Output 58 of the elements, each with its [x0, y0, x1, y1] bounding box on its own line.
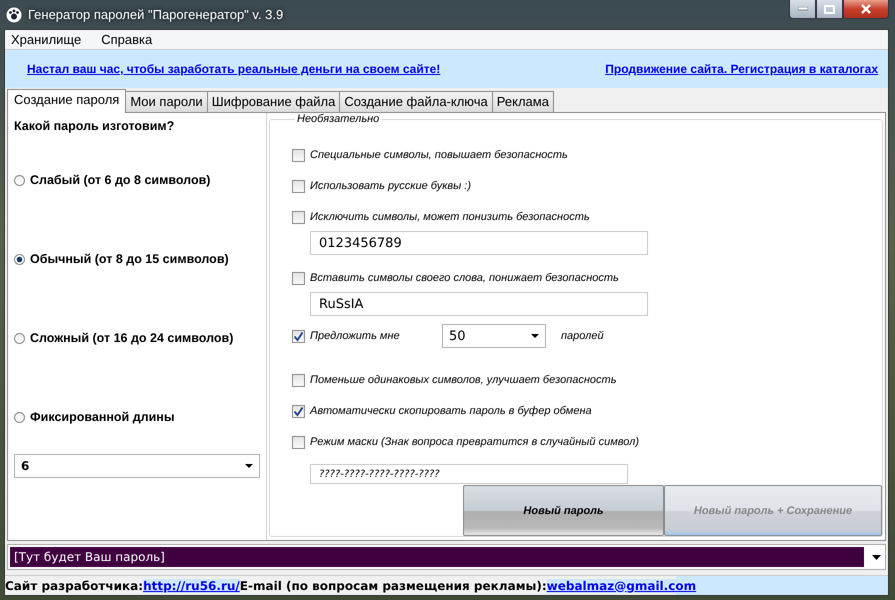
tab[interactable]: Мои пароли [125, 91, 208, 112]
input-field[interactable]: 0123456789 [310, 231, 648, 255]
input-field[interactable]: RuSsIA [310, 292, 648, 316]
minimize-icon [798, 7, 808, 11]
checkbox-label: Предложить мне [310, 330, 401, 342]
status-label: Сайт разработчика: [5, 578, 144, 592]
checkbox-label: Режим маски (Знак вопроса превратится в случайный символ) [310, 436, 639, 448]
radio-button[interactable] [14, 412, 25, 422]
checkbox[interactable] [292, 374, 305, 386]
checkbox-label: Поменьше одинаковых символов, улучшает безопасность [310, 374, 616, 386]
site-link[interactable]: http://ru56.ru/ [143, 578, 240, 592]
checkbox-label: Исключить символы, может понизить безопасность [310, 211, 590, 223]
radio-label: Слабый (от 6 до 8 символов) [30, 173, 210, 187]
tab[interactable]: Шифрование файла [206, 91, 340, 112]
group-title: Необязательно [296, 113, 380, 125]
tab[interactable]: Создание файла-ключа [339, 91, 493, 112]
banner-link[interactable]: Настал ваш час, чтобы заработать реальные деньги на своем сайте! [27, 62, 440, 76]
banner-link[interactable]: Продвижение сайта. Регистрация в каталогах [605, 62, 878, 76]
radio-button[interactable] [14, 332, 25, 344]
status-label: E-mail (по вопросам размещения рекламы): [240, 578, 547, 592]
suffix-label: паролей [561, 330, 604, 342]
caret-icon [531, 334, 539, 338]
checkbox[interactable] [292, 210, 305, 224]
length-dropdown[interactable]: 6 [14, 454, 260, 478]
checkbox[interactable] [292, 404, 305, 418]
minimize-button[interactable] [789, 0, 816, 19]
checkbox[interactable] [292, 180, 305, 192]
tab[interactable]: Реклама [492, 91, 554, 112]
radio-button[interactable] [14, 254, 25, 264]
group-title: Какой пароль изготовим? [14, 119, 176, 133]
checkbox-label: Специальные символы, повышает безопасность [310, 149, 568, 161]
maximize-button[interactable] [816, 0, 843, 19]
checkbox-label: Вставить символы своего слова, понижает безопасность [310, 272, 619, 284]
checkbox[interactable] [292, 272, 305, 284]
caret-icon [245, 464, 253, 468]
count-dropdown[interactable]: 50 [442, 324, 546, 348]
checkbox-label: Использовать русские буквы :) [310, 180, 472, 192]
checkbox[interactable] [292, 148, 305, 162]
radio-label: Обычный (от 8 до 15 символов) [30, 252, 229, 266]
close-icon [860, 4, 872, 14]
email-link[interactable]: webalmaz@gmail.com [546, 578, 696, 592]
mask-field[interactable]: ????-????-????-????-???? [310, 464, 628, 484]
password-output[interactable]: [Тут будет Ваш пароль] [10, 547, 864, 567]
checkbox[interactable] [292, 436, 305, 448]
checkbox-label: Автоматически скопировать пароль в буфер обмена [310, 405, 592, 417]
close-button[interactable] [843, 0, 889, 19]
radio-button[interactable] [14, 174, 25, 186]
window-title: Генератор паролей "Парогенератор" v. 3.9 [28, 7, 284, 22]
menu-item[interactable]: Хранилище [11, 31, 82, 49]
tab[interactable]: Создание пароля [7, 89, 126, 113]
radio-label: Сложный (от 16 до 24 символов) [30, 331, 234, 345]
checkbox[interactable] [292, 330, 305, 342]
app-icon [6, 6, 22, 22]
maximize-icon [824, 4, 835, 14]
radio-label: Фиксированной длины [30, 410, 175, 424]
dropdown-arrow-icon[interactable] [872, 554, 881, 560]
action-button[interactable]: Новый пароль [463, 485, 664, 536]
menu-item[interactable]: Справка [101, 31, 152, 49]
